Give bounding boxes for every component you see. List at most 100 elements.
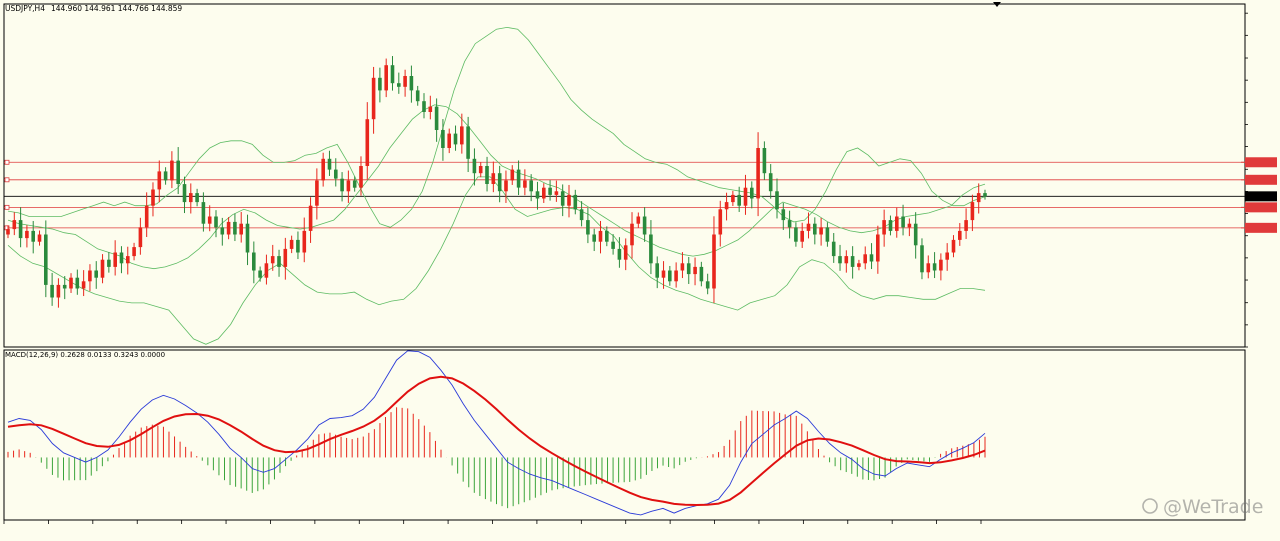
chart-title: USDJPY,H4 144.960 144.961 144.766 144.859: [5, 4, 182, 13]
candle: [756, 132, 760, 217]
candle-body: [932, 263, 937, 271]
candle: [245, 214, 250, 266]
candle: [189, 183, 193, 214]
candle-body: [233, 221, 237, 235]
macd-panel-frame: [3, 349, 1246, 521]
candle-body: [37, 234, 42, 242]
candle: [371, 66, 376, 134]
candle-body: [163, 171, 168, 181]
candle: [932, 252, 937, 279]
candle: [239, 211, 243, 243]
candle-body: [548, 187, 552, 195]
candle-body: [970, 202, 975, 221]
level-handle: [4, 204, 10, 210]
candle: [554, 180, 559, 202]
candle-body: [485, 166, 489, 184]
candle-body: [642, 216, 647, 235]
candle: [964, 208, 968, 239]
candle-body: [359, 166, 363, 188]
candle-body: [497, 173, 502, 192]
candle: [699, 261, 704, 287]
candle-body: [668, 270, 672, 282]
candle-body: [270, 256, 275, 264]
candle-body: [371, 77, 376, 120]
candle: [983, 189, 987, 200]
candle: [661, 261, 666, 289]
candle-body: [441, 130, 445, 148]
candle: [768, 164, 773, 199]
candle: [365, 102, 370, 180]
candle-body: [151, 189, 155, 206]
candle-body: [415, 90, 420, 102]
candle: [94, 261, 98, 289]
candle: [724, 192, 729, 221]
candle-body: [44, 234, 48, 285]
candle: [132, 242, 136, 261]
candle-body: [592, 234, 596, 242]
candlesticks: [6, 56, 987, 308]
candle-body: [245, 223, 250, 253]
candle-body: [390, 65, 395, 84]
symbol-label: USDJPY,H4: [5, 4, 45, 13]
candle-body: [6, 229, 10, 235]
candle-body: [81, 281, 86, 289]
candle: [567, 184, 571, 218]
candle-body: [126, 256, 130, 264]
candle: [409, 65, 414, 103]
candle: [308, 197, 313, 243]
current-price-tag: [1245, 191, 1277, 202]
candle-body: [428, 106, 433, 112]
candle-body: [623, 245, 628, 260]
candle-body: [214, 216, 218, 228]
candle: [907, 218, 912, 237]
candle-body: [132, 247, 136, 257]
candle: [630, 212, 634, 259]
candle-body: [674, 270, 678, 282]
candle-body: [144, 205, 149, 228]
candle-body: [207, 216, 212, 224]
candle-body: [252, 252, 256, 271]
candle: [233, 213, 237, 242]
candle-body: [895, 216, 899, 231]
candle: [447, 128, 451, 154]
candle-body: [516, 169, 521, 188]
candle: [605, 226, 609, 247]
candle: [289, 235, 294, 254]
candle-body: [31, 230, 35, 242]
candle: [56, 278, 61, 308]
candle: [126, 246, 130, 275]
candle: [88, 264, 92, 292]
candle: [397, 72, 401, 94]
candle: [144, 192, 149, 237]
candle: [460, 113, 464, 154]
candle: [838, 244, 842, 271]
candle: [800, 222, 804, 248]
candle-body: [718, 209, 723, 235]
candle-body: [472, 158, 477, 174]
price-panel-frame: [3, 3, 1246, 348]
candle-body: [113, 252, 117, 267]
candle: [81, 270, 86, 297]
candle: [258, 266, 262, 282]
candle: [214, 210, 218, 238]
candle-body: [62, 284, 67, 289]
candle: [403, 69, 407, 97]
candle-body: [731, 194, 735, 203]
candle: [422, 93, 426, 119]
candle-body: [813, 223, 817, 235]
candle-body: [567, 194, 571, 206]
candle: [138, 217, 143, 255]
candle-body: [296, 239, 300, 253]
candle: [529, 174, 533, 202]
candle: [775, 178, 779, 219]
candle-body: [220, 227, 225, 235]
candle-body: [750, 187, 754, 199]
ohlc-readout: 144.960 144.961 144.766 144.859: [51, 4, 182, 13]
chart-canvas[interactable]: USDJPY,H4 144.960 144.961 144.766 144.859…: [0, 0, 1280, 536]
candle-body: [888, 220, 893, 231]
candle: [195, 188, 199, 207]
candle-body: [869, 254, 874, 262]
candle-body: [882, 220, 886, 235]
candle: [151, 182, 155, 217]
candle-body: [195, 193, 199, 203]
